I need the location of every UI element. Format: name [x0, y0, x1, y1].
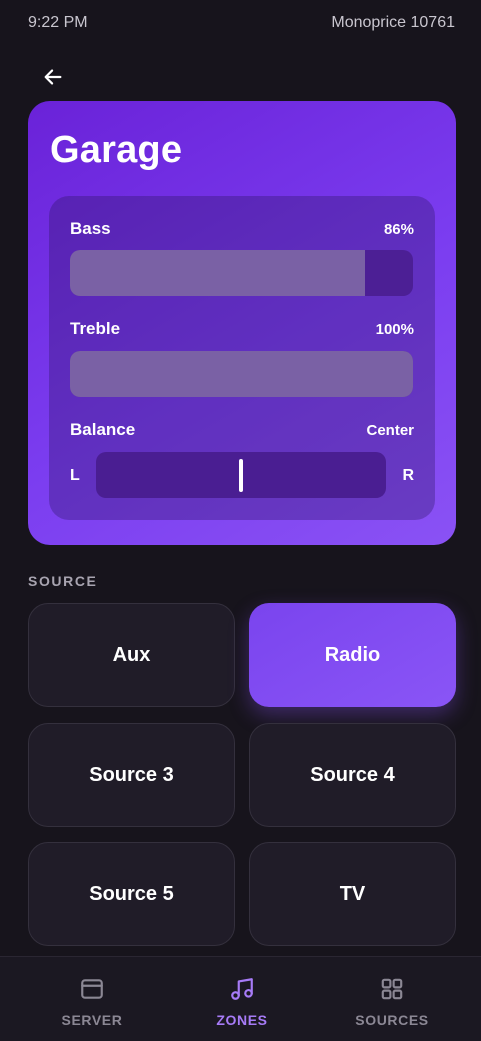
source-button-aux[interactable]: Aux [28, 603, 235, 707]
device-name: Monoprice 10761 [331, 14, 455, 31]
music-note-icon [231, 978, 253, 1000]
balance-right-label: R [402, 467, 414, 484]
nav-tab-zones[interactable]: ZONES [162, 957, 322, 1041]
server-icon [81, 979, 103, 999]
zone-title: Garage [50, 129, 183, 171]
source-button-radio[interactable]: Radio [249, 603, 456, 707]
nav-label-server: SERVER [61, 1012, 123, 1028]
treble-slider[interactable] [70, 351, 413, 397]
source-button-source-3[interactable]: Source 3 [28, 723, 235, 827]
grid-icon [381, 978, 403, 1000]
back-button[interactable] [36, 60, 70, 94]
nav-label-zones: ZONES [216, 1012, 268, 1028]
bass-value: 86% [383, 221, 414, 238]
balance-slider-thumb[interactable] [239, 459, 243, 492]
nav-tab-server[interactable]: SERVER [12, 957, 172, 1041]
treble-value: 100% [375, 321, 414, 338]
source-section-heading: SOURCE [28, 573, 98, 589]
balance-left-label: L [70, 467, 80, 484]
bass-slider[interactable] [70, 250, 413, 296]
source-button-source-4[interactable]: Source 4 [249, 723, 456, 827]
status-time: 9:22 PM [28, 14, 88, 31]
source-button-tv[interactable]: TV [249, 842, 456, 946]
treble-slider-fill [70, 351, 413, 397]
treble-label: Treble [70, 319, 121, 338]
tone-controls-panel: Bass 86% Treble 100% Balance Center L R [49, 196, 435, 520]
arrow-left-icon [44, 69, 62, 85]
status-bar: 9:22 PM Monoprice 10761 [0, 0, 481, 48]
balance-value: Center [366, 422, 414, 439]
source-button-source-5[interactable]: Source 5 [28, 842, 235, 946]
bottom-navigation: SERVER ZONES SOURCES [0, 956, 481, 1041]
bass-slider-fill [70, 250, 365, 296]
balance-slider[interactable] [96, 452, 386, 498]
nav-tab-sources[interactable]: SOURCES [312, 957, 472, 1041]
nav-label-sources: SOURCES [355, 1012, 429, 1028]
bass-label: Bass [70, 219, 111, 238]
balance-label: Balance [70, 420, 136, 439]
zone-card: Garage Bass 86% Treble 100% Balance Cent… [28, 101, 456, 545]
